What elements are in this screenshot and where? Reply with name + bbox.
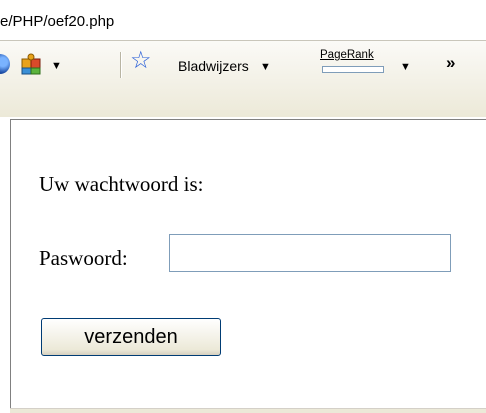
url-text[interactable]: e/PHP/oef20.php: [0, 13, 114, 30]
bookmarks-dropdown-arrow[interactable]: ▼: [260, 61, 271, 73]
page-content: Uw wachtwoord is: Paswoord: verzenden: [10, 119, 486, 409]
pagerank-dropdown-arrow[interactable]: ▼: [400, 61, 411, 73]
bookmark-star-icon[interactable]: ☆: [130, 49, 152, 73]
address-bar[interactable]: e/PHP/oef20.php: [0, 0, 486, 41]
bookmarks-menu-label[interactable]: Bladwijzers: [178, 58, 249, 74]
password-label: Paswoord:: [39, 246, 128, 270]
password-input[interactable]: [169, 234, 451, 272]
pagerank-bar: [322, 66, 384, 73]
pagerank-label[interactable]: PageRank: [320, 49, 374, 61]
submit-button[interactable]: verzenden: [41, 318, 221, 356]
password-message: Uw wachtwoord is:: [39, 172, 204, 196]
toolbar: [0, 41, 486, 117]
extensions-puzzle-icon[interactable]: [20, 53, 42, 75]
toolbar-separator: [120, 52, 121, 78]
extensions-dropdown-arrow[interactable]: ▼: [51, 60, 62, 72]
window-frame-bottom: [10, 408, 486, 413]
chevron-right-icon[interactable]: »: [446, 53, 455, 73]
